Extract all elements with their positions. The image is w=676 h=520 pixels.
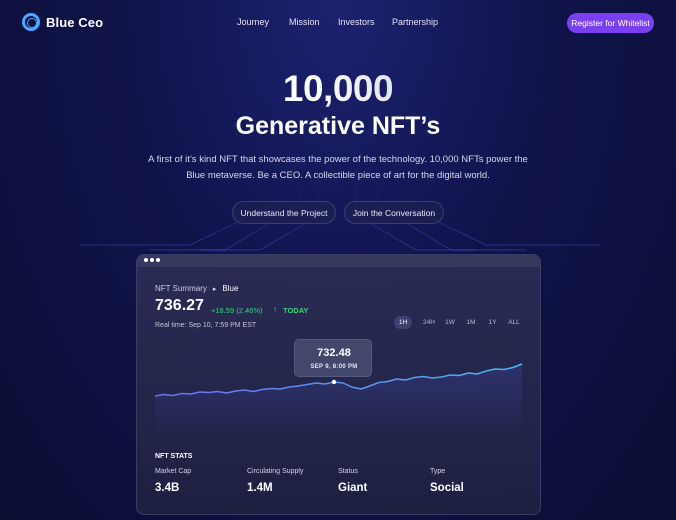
nav-link-investors[interactable]: Investors [338,17,375,27]
nft-summary-card: NFT Summary ▸ Blue 736.27 +18.59 (2.46%)… [136,254,541,515]
tooltip-date: SEP 9, 8:00 PM [310,364,358,370]
stat-label-market-cap: Market Cap [155,468,192,475]
nav-link-journey[interactable]: Journey [237,17,269,27]
join-conversation-button[interactable]: Join the Conversation [344,201,444,224]
nav-link-mission[interactable]: Mission [289,17,320,27]
tooltip-value: 732.48 [317,347,351,359]
nav-link-partnership[interactable]: Partnership [392,17,438,27]
top-navigation: Blue Ceo Journey Mission Investors Partn… [0,0,676,46]
price-line-chart [154,363,523,440]
understand-project-button[interactable]: Understand the Project [232,201,336,224]
register-whitelist-button[interactable]: Register for Whitelist [567,13,654,33]
stat-label-status: Status [338,468,358,475]
hero-description: A first of it’s kind NFT that showcases … [148,154,528,181]
hero-title: Generative NFT’s [235,112,441,140]
hero-number: 10,000 [0,68,676,110]
stat-label-circulating-supply: Circulating Supply [247,468,304,475]
stat-value-market-cap: 3.4B [155,482,180,494]
stat-value-status: Giant [338,482,368,494]
chart-highlight-point[interactable] [331,379,337,385]
nft-stats-title: NFT STATS [155,453,193,460]
stat-value-type: Social [430,482,464,494]
stat-label-type: Type [430,468,446,475]
stat-value-circulating-supply: 1.4M [247,482,273,494]
chart-tooltip: 732.48 SEP 9, 8:00 PM [294,339,372,377]
